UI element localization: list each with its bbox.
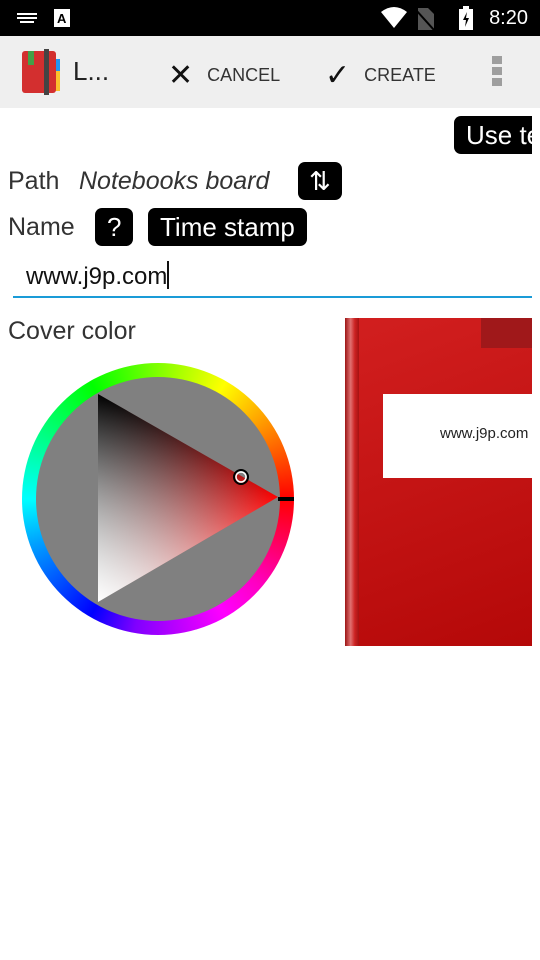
notebook-cover-preview: www.j9p.com <box>345 318 532 646</box>
wifi-icon <box>381 7 407 28</box>
keyboard-icon <box>16 12 38 24</box>
svg-text:A: A <box>57 11 67 26</box>
create-notebook-form: Use te Path Notebooks board ⇅ Name ? Tim… <box>0 108 532 960</box>
app-title: L... <box>73 56 110 86</box>
cover-label: www.j9p.com <box>383 394 532 478</box>
use-template-button[interactable]: Use te <box>454 116 532 154</box>
create-button[interactable]: ✓ CREATE <box>325 58 436 93</box>
check-icon: ✓ <box>325 59 351 92</box>
text-a-icon: A <box>54 9 70 27</box>
more-options-icon[interactable] <box>492 56 502 89</box>
saturation-value-triangle[interactable] <box>0 108 300 648</box>
no-sim-icon <box>416 8 434 30</box>
swap-icon: ⇅ <box>309 166 331 196</box>
action-bar: L... ✕ CANCEL ✓ CREATE <box>0 36 540 108</box>
cancel-button[interactable]: ✕ CANCEL <box>168 58 280 93</box>
app-notebook-icon <box>22 49 60 95</box>
battery-charging-icon <box>459 6 473 30</box>
status-bar: A 8:20 <box>0 0 540 36</box>
swap-path-button[interactable]: ⇅ <box>298 162 342 200</box>
clock: 8:20 <box>489 7 528 29</box>
close-icon: ✕ <box>168 59 194 92</box>
